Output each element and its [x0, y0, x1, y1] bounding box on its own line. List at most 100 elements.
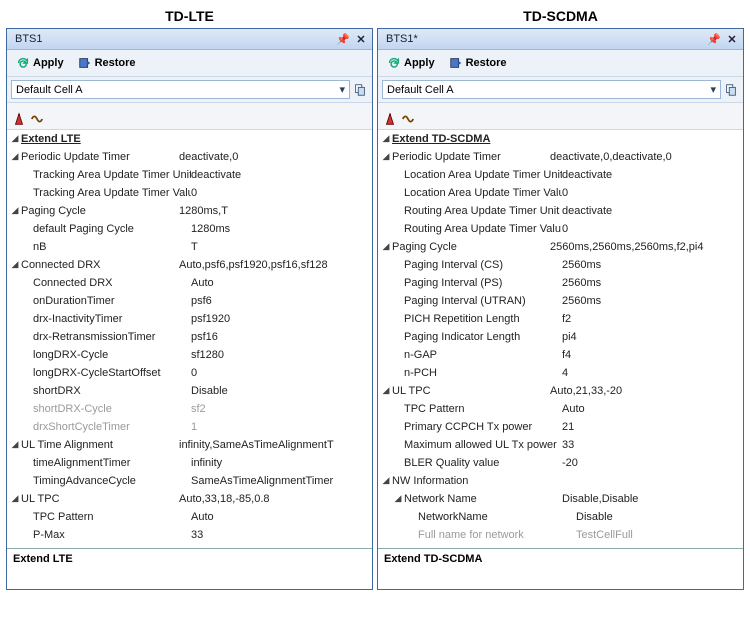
expand-toggle[interactable]: ◢: [9, 205, 21, 216]
property-row[interactable]: ◢Connected DRXAuto,psf6,psf1920,psf16,sf…: [7, 256, 372, 274]
property-value[interactable]: 0: [191, 187, 368, 199]
property-row[interactable]: ◢UL Time Alignmentinfinity,SameAsTimeAli…: [7, 436, 372, 454]
property-row[interactable]: Paging Interval (UTRAN)2560ms: [378, 292, 743, 310]
property-grid[interactable]: ◢Extend TD-SCDMA◢Periodic Update Timerde…: [378, 130, 743, 548]
property-row[interactable]: timeAlignmentTimerinfinity: [7, 454, 372, 472]
property-value[interactable]: 2560ms: [562, 277, 739, 289]
property-row[interactable]: NetworkNameDisable: [378, 508, 743, 526]
expand-toggle[interactable]: ◢: [9, 259, 21, 270]
property-row[interactable]: n-GAPf4: [378, 346, 743, 364]
antenna-icon[interactable]: [382, 111, 398, 127]
property-value[interactable]: psf1920: [191, 313, 368, 325]
property-row[interactable]: Paging Interval (PS)2560ms: [378, 274, 743, 292]
property-value[interactable]: Disable: [191, 385, 368, 397]
property-value[interactable]: 0: [562, 187, 739, 199]
property-row[interactable]: longDRX-CycleStartOffset0: [7, 364, 372, 382]
apply-button[interactable]: Apply: [382, 54, 440, 72]
copy-button[interactable]: [723, 82, 739, 98]
property-row[interactable]: Location Area Update Timer Valu0: [378, 184, 743, 202]
property-value[interactable]: 1280ms,T: [179, 205, 368, 217]
property-value[interactable]: deactivate: [191, 169, 368, 181]
expand-toggle[interactable]: ◢: [380, 241, 392, 252]
property-value[interactable]: 0: [191, 367, 368, 379]
property-row[interactable]: ◢Network NameDisable,Disable: [378, 490, 743, 508]
property-value[interactable]: f2: [562, 313, 739, 325]
property-row[interactable]: n-PCH4: [378, 364, 743, 382]
property-value[interactable]: Auto: [562, 403, 739, 415]
expand-toggle[interactable]: ◢: [9, 151, 21, 162]
property-row[interactable]: ◢Periodic Update Timerdeactivate,0: [7, 148, 372, 166]
property-value[interactable]: 2560ms,2560ms,2560ms,f2,pi4: [550, 241, 739, 253]
property-row[interactable]: drx-RetransmissionTimerpsf16: [7, 328, 372, 346]
property-value[interactable]: -20: [562, 457, 739, 469]
property-value[interactable]: deactivate: [562, 169, 739, 181]
property-row[interactable]: ◢UL TPCAuto,21,33,-20: [378, 382, 743, 400]
restore-button[interactable]: Restore: [73, 54, 141, 72]
property-value[interactable]: Auto,33,18,-85,0.8: [179, 493, 368, 505]
property-grid[interactable]: ◢Extend LTE◢Periodic Update Timerdeactiv…: [7, 130, 372, 548]
cell-select[interactable]: Default Cell A▾: [382, 80, 721, 99]
property-row[interactable]: Full name for networkTestCellFull: [378, 526, 743, 544]
property-row[interactable]: PICH Repetition Lengthf2: [378, 310, 743, 328]
property-row[interactable]: Location Area Update Timer Unitdeactivat…: [378, 166, 743, 184]
waveform-icon[interactable]: [29, 111, 45, 127]
property-value[interactable]: f4: [562, 349, 739, 361]
panel-tab[interactable]: BTS1*: [378, 31, 426, 47]
waveform-icon[interactable]: [400, 111, 416, 127]
expand-toggle[interactable]: ◢: [392, 493, 404, 504]
property-value[interactable]: 2560ms: [562, 295, 739, 307]
property-value[interactable]: 0: [562, 223, 739, 235]
property-row[interactable]: default Paging Cycle1280ms: [7, 220, 372, 238]
expand-toggle[interactable]: ◢: [9, 439, 21, 450]
expand-toggle[interactable]: ◢: [380, 385, 392, 396]
property-value[interactable]: deactivate,0,deactivate,0: [550, 151, 739, 163]
property-row[interactable]: shortDRXDisable: [7, 382, 372, 400]
property-row[interactable]: drxShortCycleTimer1: [7, 418, 372, 436]
property-value[interactable]: Auto: [191, 511, 368, 523]
copy-button[interactable]: [352, 82, 368, 98]
property-value[interactable]: SameAsTimeAlignmentTimer: [191, 475, 368, 487]
property-row[interactable]: Connected DRXAuto: [7, 274, 372, 292]
property-value[interactable]: infinity,SameAsTimeAlignmentT: [179, 439, 368, 451]
property-value[interactable]: TestCellFull: [576, 529, 739, 541]
antenna-icon[interactable]: [11, 111, 27, 127]
property-row[interactable]: drx-InactivityTimerpsf1920: [7, 310, 372, 328]
expand-toggle[interactable]: ◢: [9, 493, 21, 504]
property-value[interactable]: Auto: [191, 277, 368, 289]
pin-icon[interactable]: 📌: [336, 32, 350, 46]
property-row[interactable]: Paging Indicator Lengthpi4: [378, 328, 743, 346]
property-value[interactable]: sf2: [191, 403, 368, 415]
panel-tab[interactable]: BTS1: [7, 31, 51, 47]
property-row[interactable]: ◢Extend TD-SCDMA: [378, 130, 743, 148]
property-row[interactable]: Tracking Area Update Timer Unitdeactivat…: [7, 166, 372, 184]
property-value[interactable]: 21: [562, 421, 739, 433]
property-value[interactable]: T: [191, 241, 368, 253]
property-value[interactable]: 4: [562, 367, 739, 379]
property-value[interactable]: Disable: [576, 511, 739, 523]
close-icon[interactable]: ✕: [354, 32, 368, 46]
property-value[interactable]: Auto,21,33,-20: [550, 385, 739, 397]
property-row[interactable]: ◢Extend LTE: [7, 130, 372, 148]
property-value[interactable]: infinity: [191, 457, 368, 469]
property-row[interactable]: shortDRX-Cyclesf2: [7, 400, 372, 418]
property-row[interactable]: TPC PatternAuto: [7, 508, 372, 526]
property-value[interactable]: sf1280: [191, 349, 368, 361]
property-value[interactable]: 33: [562, 439, 739, 451]
property-value[interactable]: 1: [191, 421, 368, 433]
property-value[interactable]: Auto,psf6,psf1920,psf16,sf128: [179, 259, 368, 271]
property-row[interactable]: onDurationTimerpsf6: [7, 292, 372, 310]
property-value[interactable]: pi4: [562, 331, 739, 343]
property-value[interactable]: 2560ms: [562, 259, 739, 271]
property-row[interactable]: Paging Interval (CS)2560ms: [378, 256, 743, 274]
property-value[interactable]: psf16: [191, 331, 368, 343]
property-value[interactable]: deactivate: [562, 205, 739, 217]
property-value[interactable]: deactivate,0: [179, 151, 368, 163]
property-row[interactable]: ◢Periodic Update Timerdeactivate,0,deact…: [378, 148, 743, 166]
apply-button[interactable]: Apply: [11, 54, 69, 72]
restore-button[interactable]: Restore: [444, 54, 512, 72]
pin-icon[interactable]: 📌: [707, 32, 721, 46]
property-row[interactable]: Primary CCPCH Tx power21: [378, 418, 743, 436]
property-row[interactable]: ◢Paging Cycle2560ms,2560ms,2560ms,f2,pi4: [378, 238, 743, 256]
property-value[interactable]: Disable,Disable: [562, 493, 739, 505]
cell-select[interactable]: Default Cell A▾: [11, 80, 350, 99]
